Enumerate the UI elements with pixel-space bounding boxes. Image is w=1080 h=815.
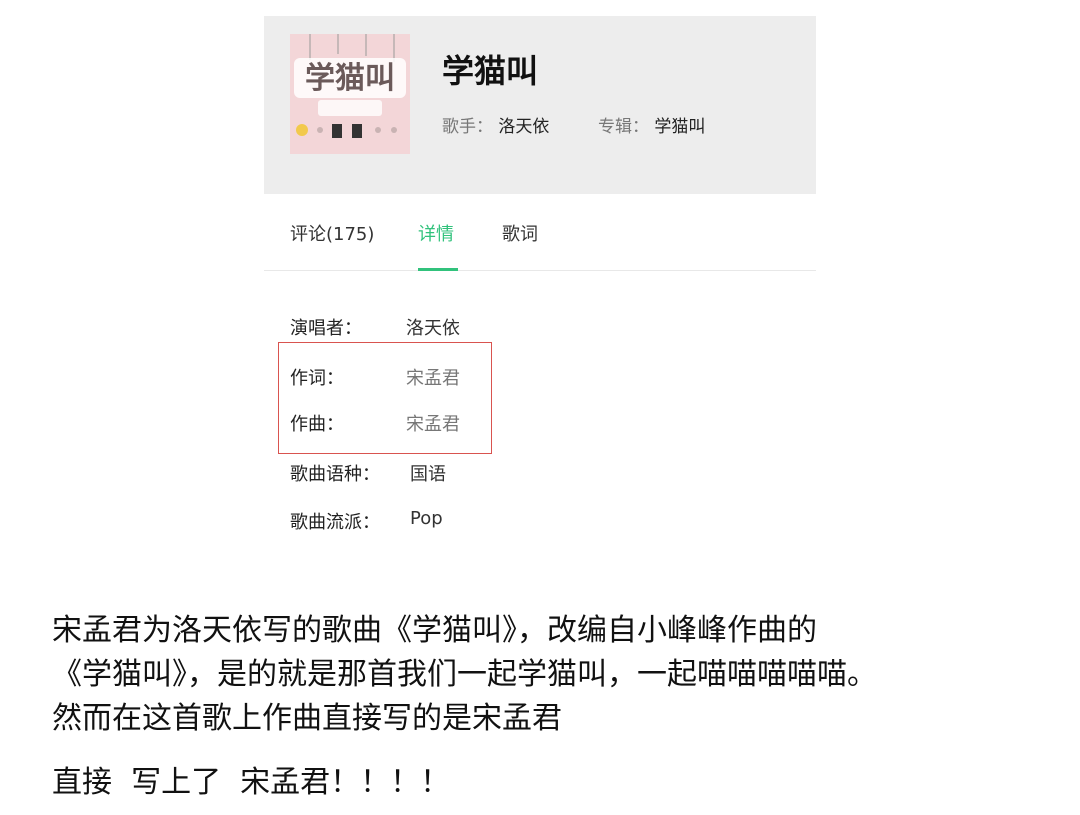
singer-link[interactable]: 洛天依 <box>498 117 549 137</box>
album-link[interactable]: 学猫叫 <box>654 117 705 137</box>
caption-line-4: 直接 写上了 宋孟君！！！！ <box>52 765 451 800</box>
album-cover-art: 学猫叫 <box>290 34 410 154</box>
highlight-box <box>278 342 492 454</box>
detail-key: 演唱者： <box>290 318 362 339</box>
detail-value: 国语 <box>410 464 446 485</box>
song-title: 学猫叫 <box>442 52 539 90</box>
singer-label: 歌手： <box>442 117 493 137</box>
album-cover[interactable]: 学猫叫 <box>290 34 410 154</box>
tab-details[interactable]: 详情 <box>418 220 454 246</box>
active-tab-indicator <box>418 268 458 271</box>
album-label: 专辑： <box>598 117 649 137</box>
svg-text:学猫叫: 学猫叫 <box>305 61 395 96</box>
detail-value: Pop <box>410 508 443 529</box>
tab-comments[interactable]: 评论(175) <box>290 220 374 246</box>
detail-value[interactable]: 洛天依 <box>406 314 460 340</box>
song-detail-card: 学猫叫 学猫叫 歌手： 洛天依 专辑： 学猫叫 评论(175) 详情 歌词 演唱… <box>264 16 816 546</box>
tab-bar: 评论(175) 详情 歌词 <box>264 194 816 271</box>
caption-line-3: 然而在这首歌上作曲直接写的是宋孟君 <box>52 701 562 736</box>
detail-key: 歌曲语种： <box>290 464 380 485</box>
detail-key: 歌曲流派： <box>290 512 380 533</box>
caption-line-1: 宋孟君为洛天依写的歌曲《学猫叫》，改编自小峰峰作曲的 <box>52 613 817 648</box>
tab-lyrics[interactable]: 歌词 <box>502 220 538 246</box>
album-info: 专辑： 学猫叫 <box>598 112 705 137</box>
caption-line-2: 《学猫叫》，是的就是那首我们一起学猫叫，一起喵喵喵喵喵。 <box>52 657 877 692</box>
song-header: 学猫叫 学猫叫 歌手： 洛天依 专辑： 学猫叫 <box>264 16 816 194</box>
singer-info: 歌手： 洛天依 <box>442 112 549 137</box>
